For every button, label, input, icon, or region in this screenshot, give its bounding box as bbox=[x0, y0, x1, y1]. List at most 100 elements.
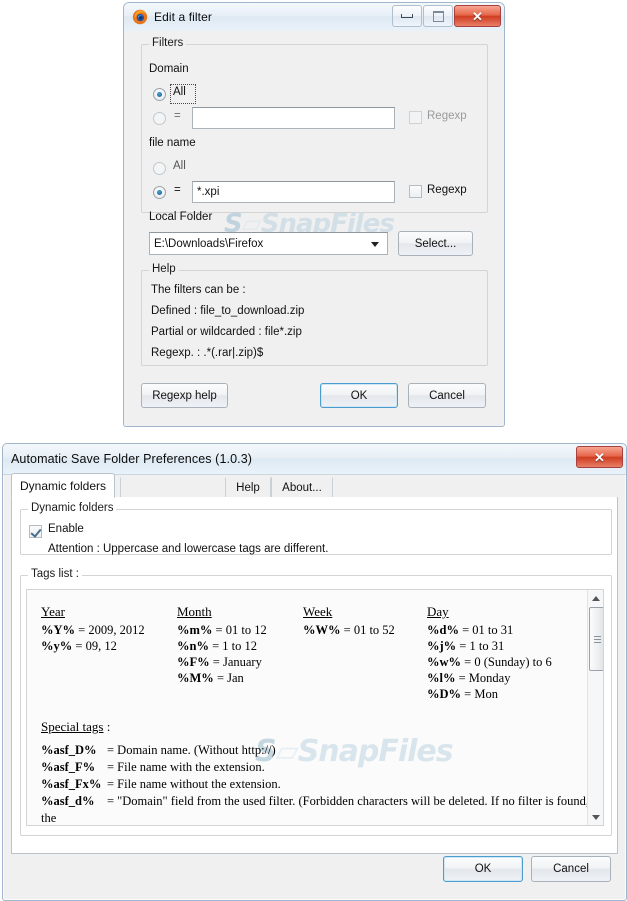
tag-value: 0 (Sunday) to 6 bbox=[474, 655, 552, 669]
domain-all-radio[interactable] bbox=[153, 88, 166, 101]
tag-value: Monday bbox=[468, 671, 511, 685]
tag-row: %F% = January bbox=[177, 654, 267, 670]
edit-filter-cancel-button[interactable]: Cancel bbox=[408, 383, 486, 408]
tag-sep: = bbox=[213, 671, 228, 685]
edit-filter-dialog: Edit a filter ✕ Filters Domain All = Reg… bbox=[123, 2, 505, 427]
domain-equals-radio[interactable] bbox=[153, 112, 166, 125]
special-tag-row: %asf_D% = Domain name. (Without http://) bbox=[41, 742, 603, 759]
edit-filter-caption-buttons: ✕ bbox=[391, 5, 501, 27]
maximize-button[interactable] bbox=[423, 5, 453, 27]
tag-row: %D% = Mon bbox=[427, 686, 552, 702]
tag-column-heading: Week bbox=[303, 604, 333, 619]
special-tag-key: %asf_Fx% bbox=[41, 777, 102, 791]
chevron-down-icon bbox=[371, 241, 379, 247]
filename-value-input[interactable] bbox=[192, 181, 395, 203]
preferences-titlebar[interactable]: Automatic Save Folder Preferences (1.0.3… bbox=[3, 444, 626, 475]
enable-checkbox[interactable] bbox=[29, 525, 42, 538]
help-line-2: Partial or wildcarded : file*.zip bbox=[151, 326, 302, 338]
tag-value: 1 to 12 bbox=[222, 639, 257, 653]
preferences-cancel-button[interactable]: Cancel bbox=[531, 856, 611, 882]
special-tags-heading-suffix: : bbox=[103, 719, 111, 734]
tag-sep: = bbox=[456, 639, 470, 653]
special-tags-heading: Special tags bbox=[41, 719, 104, 734]
tab-dynamic-folders[interactable]: Dynamic folders bbox=[11, 473, 116, 498]
local-folder-value: E:\Downloads\Firefox bbox=[154, 237, 264, 250]
special-tag-row: %asf_d% = "Domain" field from the used fi… bbox=[41, 793, 603, 825]
special-tags-block: Special tags : %asf_D% = Domain name. (Wi… bbox=[41, 718, 603, 825]
tag-row: %Y% = 2009, 2012 bbox=[41, 622, 145, 638]
tag-column-day: Day %d% = 01 to 31 %j% = 1 to 31 %w% = 0… bbox=[427, 604, 552, 702]
attention-text: Attention : Uppercase and lowercase tags… bbox=[48, 543, 329, 555]
domain-all-label: All bbox=[173, 86, 186, 98]
tab-about[interactable]: About... bbox=[271, 477, 333, 498]
tag-key: %l% bbox=[427, 671, 456, 685]
preferences-tabstrip: Filters Options Dynamic folders Help Abo… bbox=[11, 473, 618, 499]
chevron-up-icon bbox=[592, 595, 600, 601]
tag-value: 2009, 2012 bbox=[88, 623, 145, 637]
tag-value: 01 to 12 bbox=[225, 623, 267, 637]
regexp-help-button[interactable]: Regexp help bbox=[141, 383, 228, 408]
filters-legend: Filters bbox=[149, 37, 187, 49]
tag-row: %y% = 09, 12 bbox=[41, 638, 145, 654]
tag-value: January bbox=[222, 655, 262, 669]
help-line-3: Regexp. : .*(.rar|.zip)$ bbox=[151, 347, 264, 359]
close-button[interactable]: ✕ bbox=[454, 5, 501, 27]
tag-row: %n% = 1 to 12 bbox=[177, 638, 267, 654]
edit-filter-titlebar[interactable]: Edit a filter ✕ bbox=[124, 3, 504, 32]
tags-scroll-pane: S▱SnapFiles Year %Y% = 2009, 2012 %y% = … bbox=[26, 589, 604, 826]
tag-value: 1 to 31 bbox=[469, 639, 505, 653]
scrollbar-thumb[interactable] bbox=[589, 607, 603, 671]
tag-sep: = bbox=[461, 655, 475, 669]
domain-label: Domain bbox=[149, 63, 189, 75]
tag-key: %D% bbox=[427, 687, 462, 701]
tag-column-heading: Day bbox=[427, 604, 449, 619]
tags-vertical-scrollbar[interactable] bbox=[587, 590, 603, 825]
enable-label: Enable bbox=[48, 523, 84, 535]
tag-column-week: Week %W% = 01 to 52 bbox=[303, 604, 395, 638]
filename-regexp-label: Regexp bbox=[427, 184, 467, 196]
local-folder-combobox[interactable]: E:\Downloads\Firefox bbox=[149, 232, 388, 255]
tag-sep: = bbox=[208, 639, 223, 653]
screen: Edit a filter ✕ Filters Domain All = Reg… bbox=[0, 0, 627, 901]
help-legend: Help bbox=[149, 263, 179, 275]
scroll-down-button[interactable] bbox=[588, 809, 603, 825]
preferences-caption-buttons: ✕ bbox=[575, 446, 623, 468]
tag-row: %j% = 1 to 31 bbox=[427, 638, 552, 654]
edit-filter-ok-button[interactable]: OK bbox=[320, 383, 398, 408]
preferences-close-button[interactable]: ✕ bbox=[576, 446, 623, 468]
filename-all-radio[interactable] bbox=[153, 162, 166, 175]
tag-key: %y% bbox=[41, 639, 73, 653]
tag-value: Jan bbox=[227, 671, 244, 685]
select-folder-button[interactable]: Select... bbox=[398, 231, 473, 256]
tag-column-month: Month %m% = 01 to 12 %n% = 1 to 12 %F% =… bbox=[177, 604, 267, 686]
tag-key: %m% bbox=[177, 623, 213, 637]
tag-sep: = bbox=[461, 687, 475, 701]
tag-column-year: Year %Y% = 2009, 2012 %y% = 09, 12 bbox=[41, 604, 145, 654]
chevron-down-icon bbox=[592, 814, 600, 820]
tag-column-heading: Month bbox=[177, 604, 212, 619]
close-icon: ✕ bbox=[594, 449, 605, 465]
scroll-up-button[interactable] bbox=[588, 590, 603, 606]
special-tag-desc: = File name with the extension. bbox=[107, 760, 265, 774]
tag-key: %F% bbox=[177, 655, 210, 669]
preferences-ok-button[interactable]: OK bbox=[443, 856, 523, 882]
filename-equals-radio[interactable] bbox=[153, 186, 166, 199]
minimize-button[interactable] bbox=[392, 5, 422, 27]
tab-help[interactable]: Help bbox=[225, 477, 271, 498]
tags-list-legend: Tags list : bbox=[28, 568, 82, 580]
domain-value-input[interactable] bbox=[192, 107, 395, 129]
tag-key: %n% bbox=[177, 639, 209, 653]
special-tag-key: %asf_d% bbox=[41, 794, 95, 808]
tag-row: %w% = 0 (Sunday) to 6 bbox=[427, 654, 552, 670]
filename-equals-label: = bbox=[174, 184, 181, 196]
special-tag-desc: = "Domain" field from the used filter. (… bbox=[41, 794, 590, 825]
tag-column-heading: Year bbox=[41, 604, 65, 619]
special-tag-desc: = File name without the extension. bbox=[107, 777, 281, 791]
filename-regexp-checkbox[interactable] bbox=[409, 185, 422, 198]
tag-value: 01 to 31 bbox=[472, 623, 514, 637]
edit-filter-body: Filters Domain All = Regexp file name Al… bbox=[124, 31, 504, 426]
domain-regexp-checkbox[interactable] bbox=[409, 111, 422, 124]
special-tag-key: %asf_D% bbox=[41, 743, 97, 757]
tag-key: %Y% bbox=[41, 623, 76, 637]
tag-value: Mon bbox=[474, 687, 498, 701]
